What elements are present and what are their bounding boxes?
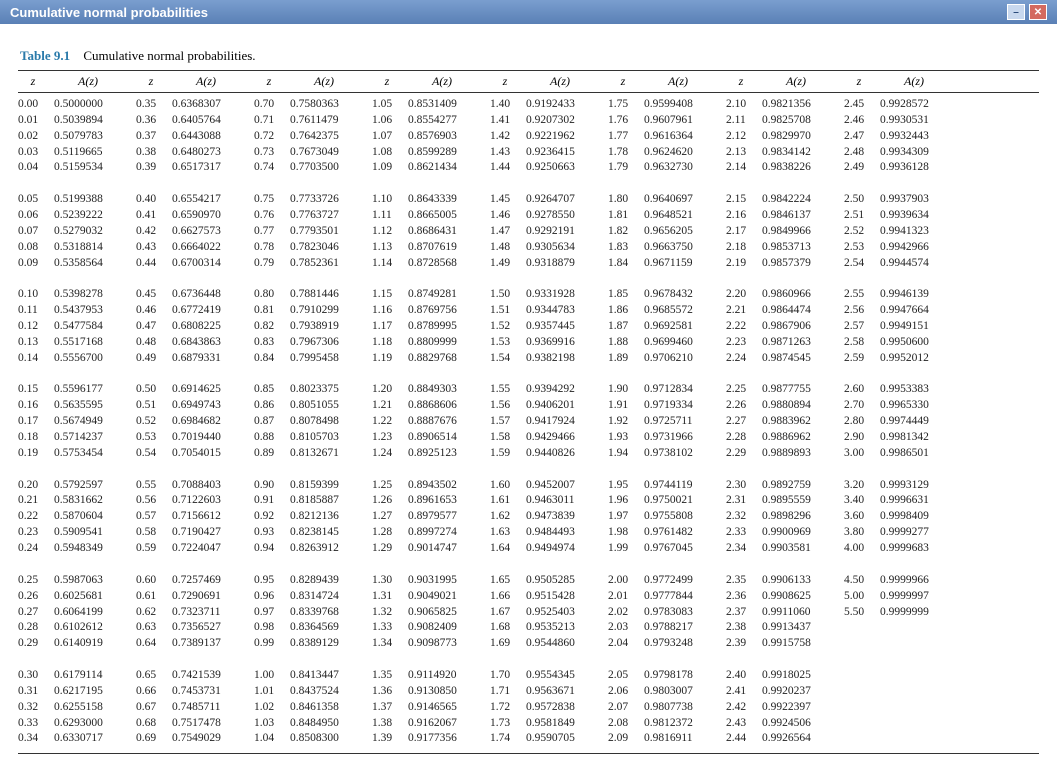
close-icon[interactable]: ✕ (1029, 4, 1047, 20)
data-grid: 0.00 0.01 0.02 0.03 0.04 0.05 0.06 0.07 … (18, 97, 1039, 747)
a-column: 0.9599408 0.9607961 0.9616364 0.9624620 … (644, 97, 712, 747)
a-column: 0.7580363 0.7611479 0.7642375 0.7673049 … (290, 97, 358, 747)
column-pair: 0.35 0.36 0.37 0.38 0.39 0.40 0.41 0.42 … (136, 97, 240, 747)
window-titlebar: Cumulative normal probabilities – ✕ (0, 0, 1057, 24)
header-z: z (254, 71, 284, 92)
column-pair: 2.45 2.46 2.47 2.48 2.49 2.50 2.51 2.52 … (844, 97, 948, 747)
rule-mid (18, 92, 1039, 93)
header-a: A(z) (762, 71, 830, 92)
z-column: 0.35 0.36 0.37 0.38 0.39 0.40 0.41 0.42 … (136, 97, 166, 747)
z-column: 1.75 1.76 1.77 1.78 1.79 1.80 1.81 1.82 … (608, 97, 638, 747)
z-column: 0.70 0.71 0.72 0.73 0.74 0.75 0.76 0.77 … (254, 97, 284, 747)
header-z: z (490, 71, 520, 92)
table-caption-text: Cumulative normal probabilities. (83, 48, 255, 63)
a-column: 0.5000000 0.5039894 0.5079783 0.5119665 … (54, 97, 122, 747)
z-column: 1.40 1.41 1.42 1.43 1.44 1.45 1.46 1.47 … (490, 97, 520, 747)
column-pair: 1.05 1.06 1.07 1.08 1.09 1.10 1.11 1.12 … (372, 97, 476, 747)
header-a: A(z) (172, 71, 240, 92)
header-a: A(z) (408, 71, 476, 92)
header-z: z (726, 71, 756, 92)
header-z: z (18, 71, 48, 92)
header-a: A(z) (644, 71, 712, 92)
column-pair: 1.75 1.76 1.77 1.78 1.79 1.80 1.81 1.82 … (608, 97, 712, 747)
column-pair: 2.10 2.11 2.12 2.13 2.14 2.15 2.16 2.17 … (726, 97, 830, 747)
column-pair: 1.40 1.41 1.42 1.43 1.44 1.45 1.46 1.47 … (490, 97, 594, 747)
header-z: z (608, 71, 638, 92)
rule-bottom (18, 753, 1039, 754)
z-column: 2.45 2.46 2.47 2.48 2.49 2.50 2.51 2.52 … (844, 97, 874, 747)
header-z: z (136, 71, 166, 92)
window-title: Cumulative normal probabilities (10, 5, 208, 20)
z-column: 1.05 1.06 1.07 1.08 1.09 1.10 1.11 1.12 … (372, 97, 402, 747)
minimize-icon[interactable]: – (1007, 4, 1025, 20)
header-z: z (372, 71, 402, 92)
a-column: 0.9928572 0.9930531 0.9932443 0.9934309 … (880, 97, 948, 747)
z-column: 0.00 0.01 0.02 0.03 0.04 0.05 0.06 0.07 … (18, 97, 48, 747)
column-pair: 0.00 0.01 0.02 0.03 0.04 0.05 0.06 0.07 … (18, 97, 122, 747)
a-column: 0.9192433 0.9207302 0.9221962 0.9236415 … (526, 97, 594, 747)
header-a: A(z) (526, 71, 594, 92)
column-headers: z A(z) z A(z) z A(z) z A(z) z A(z) z A(z) z A(z) z A(z) (18, 71, 1039, 92)
header-a: A(z) (290, 71, 358, 92)
table-number: Table 9.1 (20, 48, 70, 63)
column-pair: 0.70 0.71 0.72 0.73 0.74 0.75 0.76 0.77 … (254, 97, 358, 747)
a-column: 0.8531409 0.8554277 0.8576903 0.8599289 … (408, 97, 476, 747)
header-z: z (844, 71, 874, 92)
document-page: Table 9.1 Cumulative normal probabilitie… (0, 24, 1057, 782)
header-a: A(z) (880, 71, 948, 92)
table-caption: Table 9.1 Cumulative normal probabilitie… (20, 48, 1039, 64)
header-a: A(z) (54, 71, 122, 92)
a-column: 0.6368307 0.6405764 0.6443088 0.6480273 … (172, 97, 240, 747)
z-column: 2.10 2.11 2.12 2.13 2.14 2.15 2.16 2.17 … (726, 97, 756, 747)
a-column: 0.9821356 0.9825708 0.9829970 0.9834142 … (762, 97, 830, 747)
window-controls: – ✕ (1007, 4, 1047, 20)
